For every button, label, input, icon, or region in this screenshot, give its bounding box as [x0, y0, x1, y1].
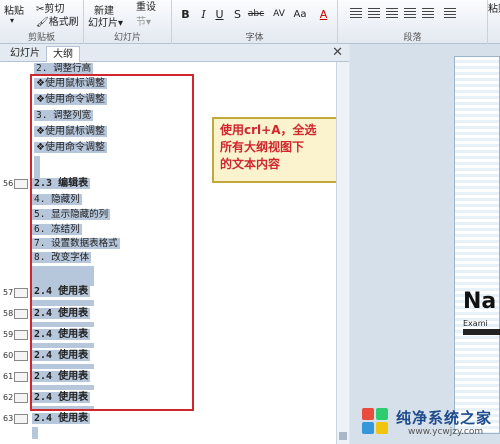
font-label: 字体 [245, 33, 264, 43]
callout-line-3: 的文本内容 [220, 157, 281, 171]
slide-icon[interactable] [14, 372, 28, 382]
watermark-title: 纯净系统之家 [396, 409, 493, 427]
strikethrough-button[interactable]: abc [246, 7, 266, 22]
slides-label: 幻灯片 [113, 33, 141, 43]
bold-button[interactable]: B [178, 7, 193, 22]
slide-logo-bar [463, 329, 500, 335]
slide-icon[interactable] [14, 179, 28, 189]
callout-line-1: 使用crl+A，全选 [220, 123, 317, 137]
selection-block [32, 427, 38, 439]
slide-number: 61 [3, 372, 14, 381]
slide-number: 59 [3, 330, 14, 339]
format-painter-label: 格式刷 [48, 17, 79, 28]
scrollbar-thumb[interactable] [339, 432, 347, 440]
panel-tabbar: 幻灯片 大纲 ✕ [0, 44, 349, 62]
slide-icon[interactable] [14, 414, 28, 424]
outline-panel: 幻灯片 大纲 ✕ 2. 调整行高 ❖使用鼠标调整 ❖使用命令调整 3. 调整列宽… [0, 44, 349, 444]
ribbon: 粘贴 ▾ ✂剪切 🖌格式刷 剪贴板 新建 幻灯片▾ 重设 节▾ 幻灯片 B I … [0, 0, 500, 44]
close-icon[interactable]: ✕ [332, 45, 343, 60]
slide-icon[interactable] [14, 330, 28, 340]
paragraph-label: 段落 [403, 33, 422, 43]
vertical-scrollbar[interactable] [336, 62, 349, 444]
font-group: B I U S abc AV Aa A 字体 [172, 0, 338, 44]
slide-icon[interactable] [14, 309, 28, 319]
windows-logo-icon [362, 408, 390, 436]
callout-line-2: 所有大纲视图下 [220, 140, 305, 154]
clipboard-group: 粘贴 ▾ ✂剪切 🖌格式刷 剪贴板 [0, 0, 84, 44]
align-left-icon[interactable] [350, 8, 362, 18]
columns-icon[interactable] [444, 8, 456, 18]
char-spacing-button[interactable]: AV [268, 7, 290, 22]
slide-logo-text: Na [463, 289, 497, 314]
slide-number: 63 [3, 414, 14, 423]
italic-button[interactable]: I [196, 7, 211, 22]
highlight-box [30, 74, 194, 411]
paragraph-group: 段落 [338, 0, 488, 44]
slide-preview[interactable]: Na Exami [454, 56, 500, 434]
distributed-icon[interactable] [422, 8, 434, 18]
watermark: 纯净系统之家 www.ycwjzy.com [362, 404, 500, 444]
watermark-url: www.ycwjzy.com [408, 427, 484, 437]
callout-note: 使用crl+A，全选 所有大纲视图下 的文本内容 [212, 117, 346, 183]
paste-button[interactable]: 粘贴 [4, 2, 24, 17]
paste-dropdown-icon[interactable]: ▾ [10, 16, 14, 25]
justify-icon[interactable] [404, 8, 416, 18]
shadow-button[interactable]: S [230, 7, 245, 22]
change-case-button[interactable]: Aa [290, 7, 310, 22]
align-right-icon[interactable] [386, 8, 398, 18]
slide-icon[interactable] [14, 351, 28, 361]
slide-icon[interactable] [14, 288, 28, 298]
slide-number: 57 [3, 288, 14, 297]
slides-group: 新建 幻灯片▾ 重设 节▾ 幻灯片 [84, 0, 172, 44]
reset-button[interactable]: 重设 [136, 0, 156, 13]
new-slide-sub-label: 幻灯片 [88, 18, 118, 29]
right-paste-button[interactable]: 粘贴 [488, 0, 500, 15]
slide-logo-sub: Exami [463, 319, 488, 328]
clipboard-label: 剪贴板 [27, 33, 55, 43]
font-color-button[interactable]: A [316, 7, 331, 22]
new-slide-sub-button[interactable]: 幻灯片▾ [88, 14, 123, 29]
slide-canvas: Na Exami [350, 44, 500, 444]
slide-icon[interactable] [14, 393, 28, 403]
tab-slides[interactable]: 幻灯片 [4, 46, 46, 62]
tab-outline[interactable]: 大纲 [46, 46, 80, 62]
slide-number: 62 [3, 393, 14, 402]
align-center-icon[interactable] [368, 8, 380, 18]
format-painter-button[interactable]: 🖌格式刷 [36, 13, 79, 28]
underline-button[interactable]: U [212, 7, 227, 22]
slide-number: 56 [3, 179, 14, 188]
section-label: 节 [136, 17, 146, 28]
outline-line[interactable]: 2.4 使用表 [32, 411, 91, 427]
reset-label: 重设 [136, 2, 156, 13]
slide-number: 58 [3, 309, 14, 318]
slide-number: 60 [3, 351, 14, 360]
section-button[interactable]: 节▾ [136, 13, 151, 28]
